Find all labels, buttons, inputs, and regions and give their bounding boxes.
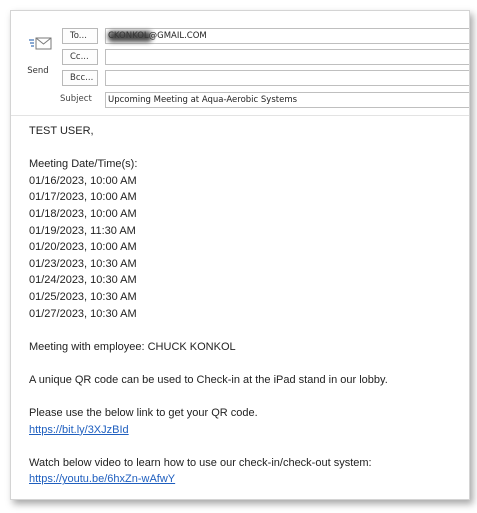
meeting-date: 01/20/2023, 10:00 AM <box>29 241 137 254</box>
meeting-date: 01/25/2023, 10:30 AM <box>29 290 137 303</box>
message-body[interactable]: TEST USER, Meeting Date/Time(s): 01/16/2… <box>29 123 459 488</box>
compose-header: Send To... CKONKOL@GMAIL.COM Cc... Bcc..… <box>11 11 469 117</box>
subject-field[interactable]: Upcoming Meeting at Aqua-Aerobic Systems <box>105 92 469 108</box>
meeting-heading: Meeting Date/Time(s): <box>29 158 138 171</box>
qr-link-intro: Please use the below link to get your QR… <box>29 407 258 420</box>
redacted-blur <box>108 31 152 42</box>
send-label: Send <box>27 66 49 76</box>
meeting-date: 01/16/2023, 10:00 AM <box>29 174 137 187</box>
subject-field-value: Upcoming Meeting at Aqua-Aerobic Systems <box>108 95 298 105</box>
send-mail-icon <box>29 37 52 50</box>
meeting-date: 01/18/2023, 10:00 AM <box>29 207 137 220</box>
video-link[interactable]: https://youtu.be/6hxZn-wAfwY <box>29 473 175 485</box>
qr-code-link[interactable]: https://bit.ly/3XJzBId <box>29 424 129 436</box>
header-divider <box>11 115 469 116</box>
meeting-with-text: Meeting with employee: CHUCK KONKOL <box>29 340 236 353</box>
to-button[interactable]: To... <box>62 28 98 44</box>
cc-button[interactable]: Cc... <box>62 49 98 65</box>
cc-field[interactable] <box>105 49 469 65</box>
greeting: TEST USER, <box>29 125 94 137</box>
email-compose-window: Send To... CKONKOL@GMAIL.COM Cc... Bcc..… <box>10 10 470 500</box>
qr-info-text: A unique QR code can be used to Check-in… <box>29 373 388 386</box>
meeting-date: 01/24/2023, 10:30 AM <box>29 274 137 287</box>
meeting-date: 01/23/2023, 10:30 AM <box>29 257 137 270</box>
meeting-date: 01/17/2023, 10:00 AM <box>29 191 137 204</box>
to-field[interactable]: CKONKOL@GMAIL.COM <box>105 28 469 44</box>
send-button[interactable]: Send <box>19 31 57 81</box>
subject-label: Subject <box>60 94 92 104</box>
bcc-button[interactable]: Bcc... <box>62 70 98 86</box>
meeting-date: 01/27/2023, 10:30 AM <box>29 307 137 320</box>
meeting-date: 01/19/2023, 11:30 AM <box>29 224 136 237</box>
bcc-field[interactable] <box>105 70 469 86</box>
video-intro: Watch below video to learn how to use ou… <box>29 456 372 469</box>
